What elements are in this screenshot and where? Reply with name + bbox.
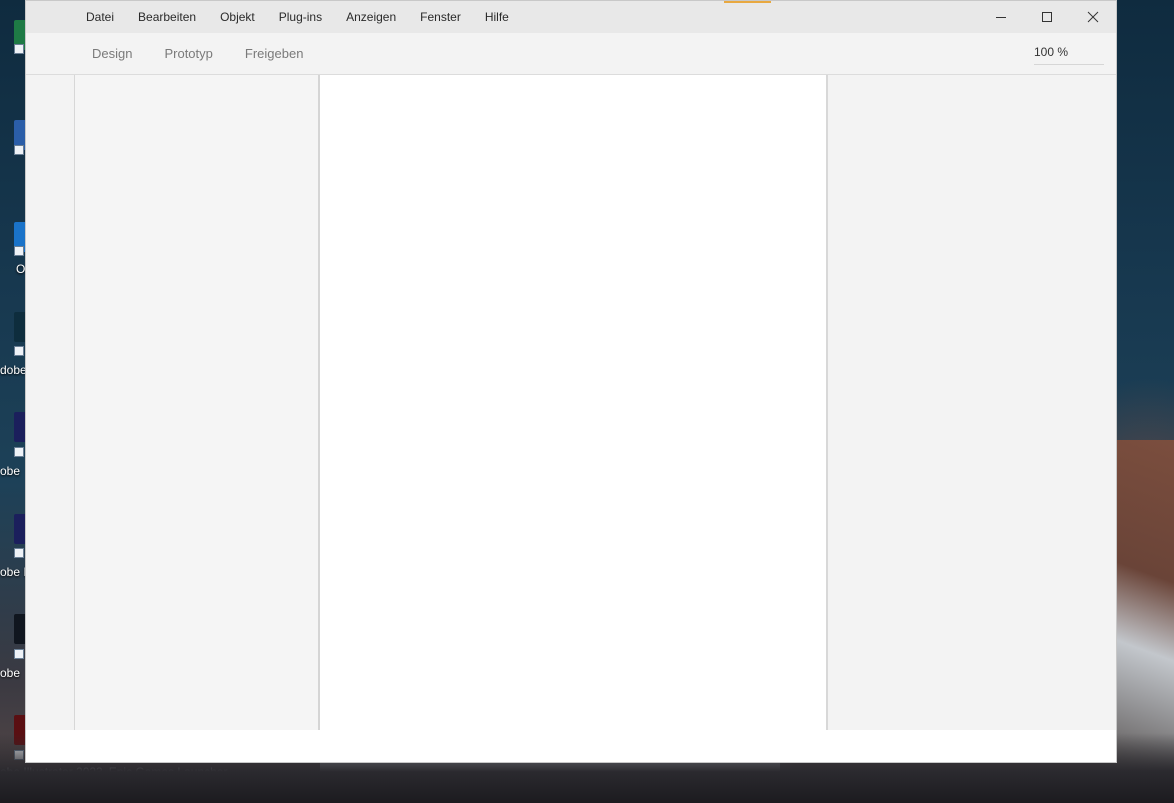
- shortcut-arrow-icon: [14, 649, 24, 659]
- app-window: Datei Bearbeiten Objekt Plug-ins Anzeige…: [26, 1, 1116, 762]
- accent-indicator: [724, 1, 771, 3]
- mode-tabs: Design Prototyp Freigeben: [92, 33, 335, 74]
- menu-window[interactable]: Fenster: [420, 10, 461, 24]
- close-icon: [1087, 11, 1099, 23]
- wallpaper-snow: [320, 762, 780, 803]
- shortcut-arrow-icon: [14, 750, 24, 760]
- maximize-icon: [1042, 12, 1052, 22]
- desktop-labels-row: obe Illustrator 2023 Epic Games Launcher: [0, 765, 233, 781]
- menu-bar: Datei Bearbeiten Objekt Plug-ins Anzeige…: [86, 1, 533, 33]
- status-bar: [26, 730, 1116, 762]
- properties-panel[interactable]: [826, 75, 1116, 730]
- tools-sidebar: [26, 75, 75, 730]
- close-button[interactable]: [1070, 1, 1116, 33]
- tab-prototype[interactable]: Prototyp: [164, 46, 212, 61]
- menu-help[interactable]: Hilfe: [485, 10, 509, 24]
- minimize-button[interactable]: [978, 1, 1024, 33]
- zoom-field[interactable]: 100 %: [1034, 44, 1104, 65]
- shortcut-arrow-icon: [14, 346, 24, 356]
- tab-share[interactable]: Freigeben: [245, 46, 304, 61]
- design-canvas[interactable]: [320, 75, 826, 730]
- shortcut-arrow-icon: [14, 548, 24, 558]
- menu-object[interactable]: Objekt: [220, 10, 255, 24]
- desktop-icon-label: obe: [0, 464, 21, 478]
- desktop-label-illustrator[interactable]: obe Illustrator 2023: [0, 765, 103, 779]
- menu-plugins[interactable]: Plug-ins: [279, 10, 322, 24]
- desktop-icon-label: dobe: [0, 363, 27, 377]
- mode-toolbar: Design Prototyp Freigeben 100 %: [26, 33, 1116, 75]
- layers-panel[interactable]: [75, 75, 320, 730]
- desktop-label-epic-games[interactable]: Epic Games Launcher: [109, 765, 228, 779]
- shortcut-arrow-icon: [14, 246, 24, 256]
- desktop-icon-label: obe I: [0, 565, 27, 579]
- shortcut-arrow-icon: [14, 447, 24, 457]
- desktop-icon-label: obe: [0, 666, 21, 680]
- menu-edit[interactable]: Bearbeiten: [138, 10, 196, 24]
- minimize-icon: [996, 17, 1006, 18]
- window-controls: [978, 1, 1116, 33]
- desktop-icon-label: O: [16, 262, 26, 276]
- menu-view[interactable]: Anzeigen: [346, 10, 396, 24]
- title-bar[interactable]: Datei Bearbeiten Objekt Plug-ins Anzeige…: [26, 1, 1116, 33]
- menu-file[interactable]: Datei: [86, 10, 114, 24]
- maximize-button[interactable]: [1024, 1, 1070, 33]
- shortcut-arrow-icon: [14, 44, 24, 54]
- tab-design[interactable]: Design: [92, 46, 132, 61]
- shortcut-arrow-icon: [14, 145, 24, 155]
